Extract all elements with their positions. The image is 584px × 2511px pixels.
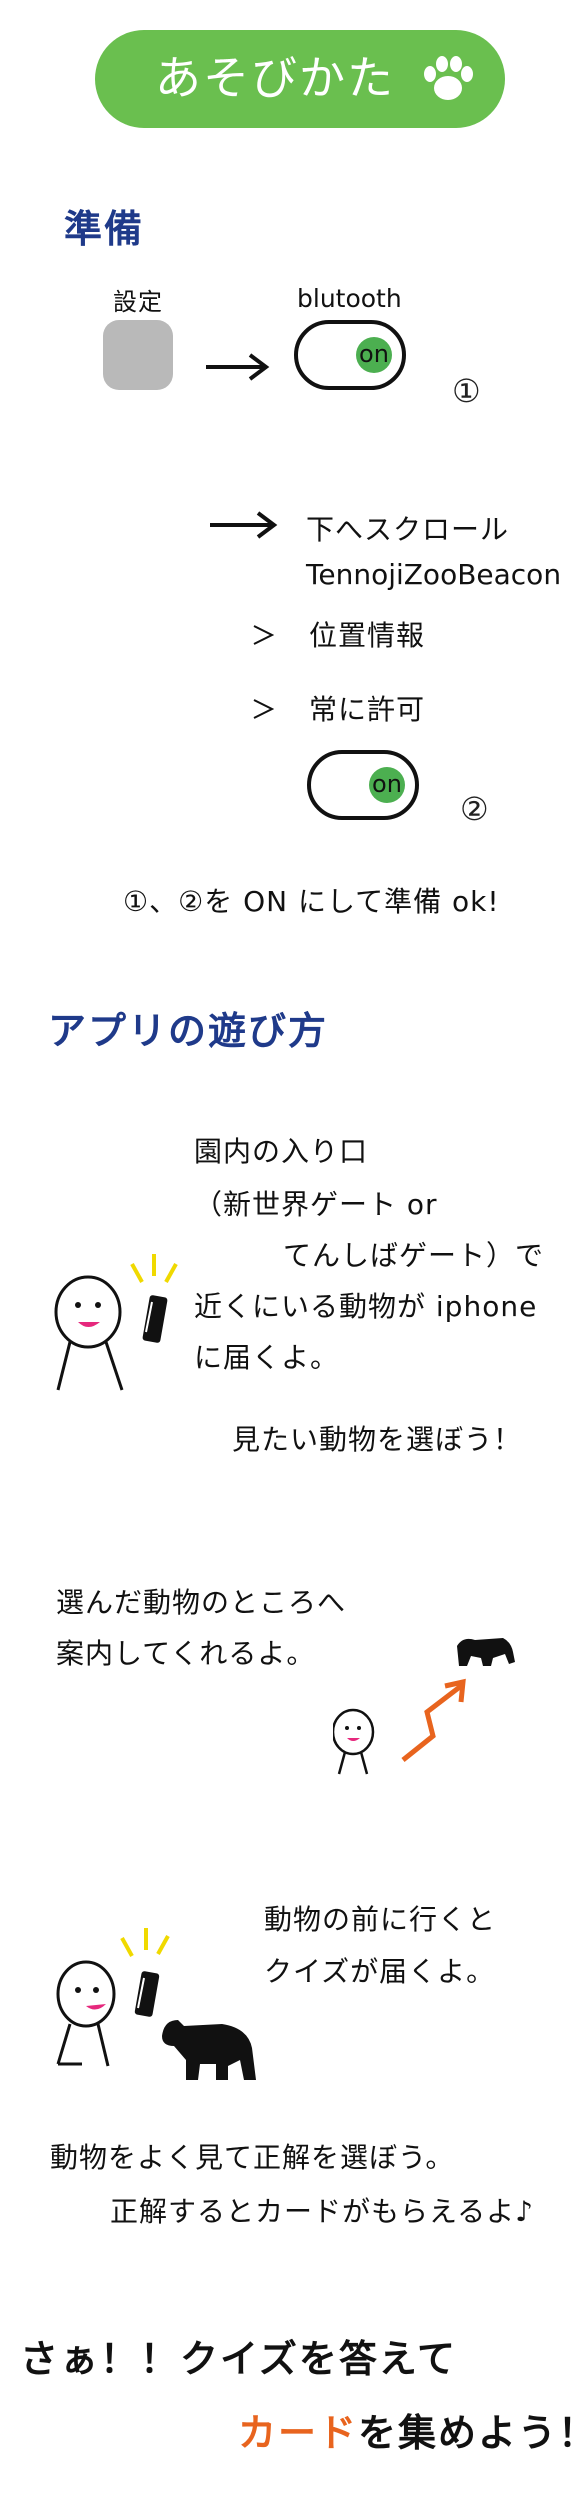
step1-line: 近くにいる動物が iphone [194, 1290, 538, 1323]
marker-2: ② [460, 790, 490, 828]
step1-line: てんしばゲート）で [283, 1239, 545, 1272]
toggle-knob: on [369, 767, 405, 803]
arrow-right-icon [206, 353, 270, 381]
step3-line: クイズが届くよ。 [264, 1955, 496, 1988]
step1-line: （新世界ゲート or [194, 1188, 438, 1221]
step4-line1: 動物をよく見て正解を選ぼう。 [50, 2141, 455, 2174]
cta-line1: さぁ！！クイズを答えて [20, 2337, 457, 2381]
paw-icon [424, 56, 473, 100]
person-phone-bear-illustration [56, 1928, 256, 2080]
page-title: あそびかた [155, 51, 395, 105]
always-allow-option[interactable]: 常に許可 [309, 688, 425, 728]
cta-line2: カードを集めよう！ [238, 2402, 584, 2457]
howto-heading: アプリの遊び方 [48, 1009, 329, 1053]
chevron-right-icon [253, 625, 274, 645]
prep-heading: 準備 [64, 207, 145, 251]
cta-rest: を集めよう！ [358, 2411, 584, 2455]
app-name: TennojiZooBeacon [306, 558, 562, 591]
bluetooth-label: blutooth [297, 284, 402, 313]
location-setting[interactable]: 位置情報 [309, 614, 425, 654]
step2-line: 案内してくれるよ。 [56, 1637, 316, 1670]
step1-line: に届くよ。 [194, 1341, 340, 1374]
ready-text: ①、②を ON にして準備 ok! [123, 885, 500, 918]
step3-line: 動物の前に行くと [264, 1903, 497, 1936]
person-with-phone-illustration [54, 1254, 178, 1391]
settings-app-icon[interactable] [103, 320, 173, 390]
settings-label: 設定 [113, 288, 163, 316]
toggle-knob: on [356, 337, 392, 373]
chevron-right-icon [253, 699, 274, 719]
choose-animal-text: 見たい動物を選ぼう！ [232, 1423, 523, 1456]
location-toggle[interactable]: on [307, 750, 419, 820]
step4-line2: 正解するとカードがもらえるよ♪ [110, 2195, 535, 2228]
bluetooth-toggle[interactable]: on [294, 320, 406, 390]
cta-highlight: カード [238, 2411, 359, 2455]
navigate-to-animal-illustration [333, 1638, 515, 1775]
step2-line: 選んだ動物のところへ [56, 1586, 347, 1619]
marker-1: ① [452, 372, 482, 410]
step1-line: 園内の入り口 [194, 1135, 369, 1168]
arrow-right-icon [210, 511, 278, 539]
scroll-down-text: 下へスクロール [306, 513, 510, 546]
